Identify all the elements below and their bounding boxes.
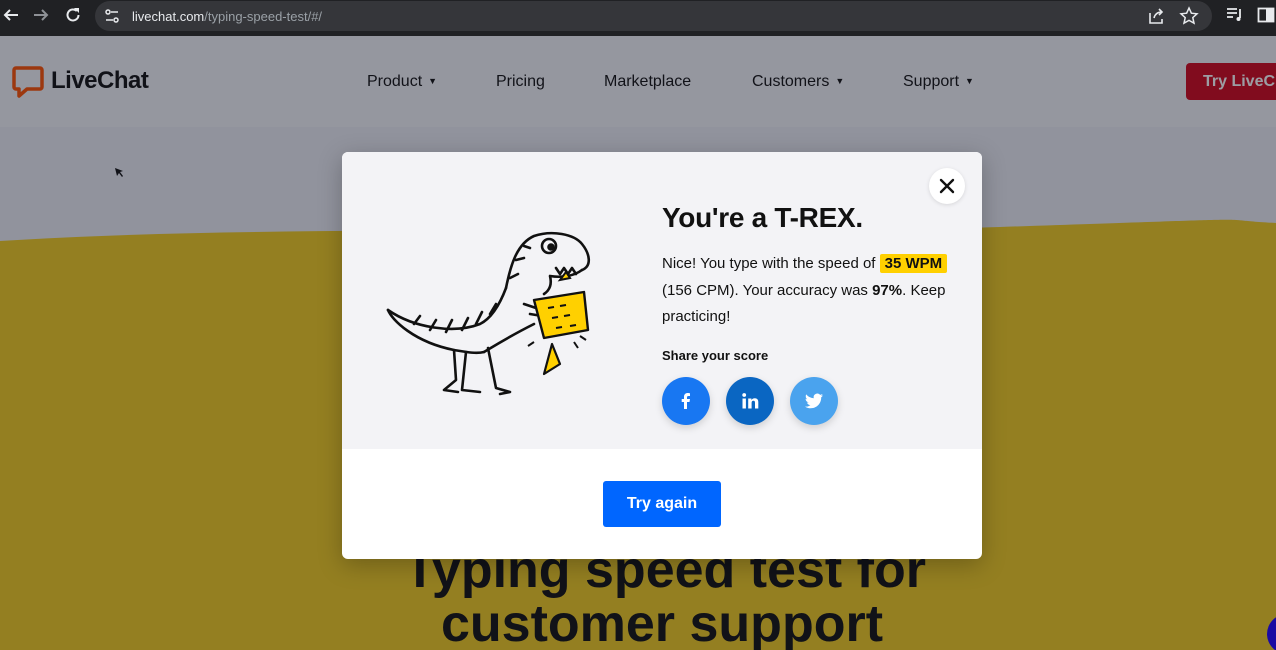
url-text: livechat.com/typing-speed-test/#/ bbox=[132, 9, 322, 24]
forward-icon[interactable] bbox=[30, 4, 52, 26]
linkedin-icon bbox=[742, 393, 759, 409]
site-info-icon[interactable] bbox=[105, 9, 119, 23]
try-again-button[interactable]: Try again bbox=[603, 481, 721, 527]
result-cpm-text: (156 CPM). Your accuracy was bbox=[662, 281, 868, 299]
url-path: /typing-speed-test/#/ bbox=[204, 9, 323, 24]
result-modal: You're a T-REX. Nice! You type with the … bbox=[342, 152, 982, 559]
wpm-badge: 35 WPM bbox=[879, 254, 948, 273]
result-title: You're a T-REX. bbox=[662, 202, 863, 233]
bookmark-star-icon[interactable] bbox=[1179, 6, 1199, 31]
back-icon[interactable] bbox=[0, 4, 22, 26]
url-domain: livechat.com bbox=[132, 9, 205, 24]
facebook-icon bbox=[681, 393, 690, 409]
t-rex-illustration bbox=[386, 231, 591, 396]
reload-icon[interactable] bbox=[62, 4, 84, 26]
side-panel-icon[interactable] bbox=[1257, 6, 1275, 29]
share-twitter-button[interactable] bbox=[790, 377, 838, 425]
media-control-icon[interactable] bbox=[1226, 6, 1244, 29]
share-icon[interactable] bbox=[1146, 6, 1166, 31]
twitter-icon bbox=[805, 393, 823, 409]
close-button[interactable] bbox=[929, 168, 965, 204]
result-description: Nice! You type with the speed of 35 WPM … bbox=[662, 251, 952, 331]
address-bar[interactable]: livechat.com/typing-speed-test/#/ bbox=[95, 1, 1212, 31]
accuracy-value: 97% bbox=[872, 281, 903, 299]
share-score-label: Share your score bbox=[662, 348, 769, 363]
share-facebook-button[interactable] bbox=[662, 377, 710, 425]
result-text-prefix: Nice! You type with the speed of bbox=[662, 255, 876, 272]
browser-toolbar: livechat.com/typing-speed-test/#/ bbox=[0, 0, 1276, 36]
close-icon bbox=[939, 178, 955, 194]
share-linkedin-button[interactable] bbox=[726, 377, 774, 425]
